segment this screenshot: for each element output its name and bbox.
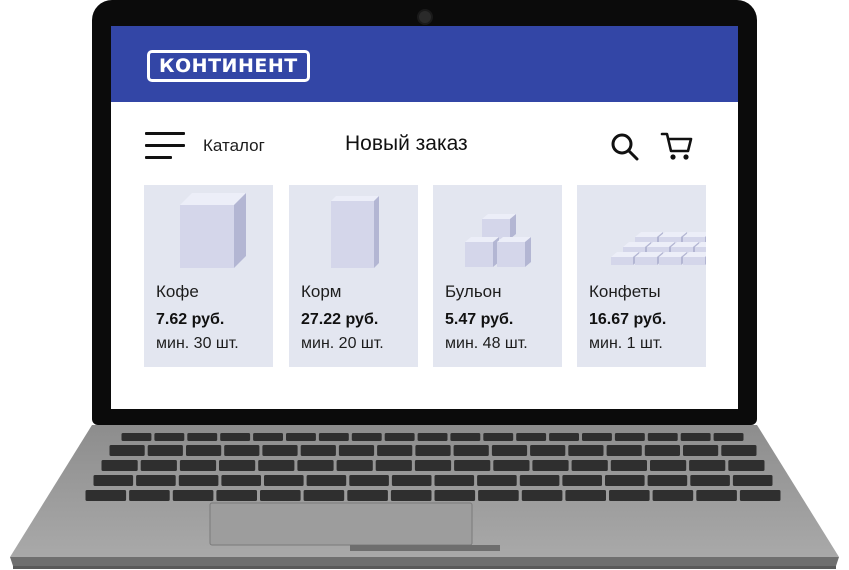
product-name: Кофе xyxy=(156,282,199,301)
laptop-base xyxy=(0,425,849,570)
tall-box-icon xyxy=(144,185,273,273)
product-card[interactable]: Корм 27.22 руб. мин. 20 шт. xyxy=(289,185,418,367)
product-price: 5.47 руб. xyxy=(445,311,514,328)
brand-header: КОНТИНЕНТ xyxy=(111,26,738,102)
product-grid: Кофе 7.62 руб. мин. 30 шт. Корм 27.22 ру… xyxy=(144,185,714,367)
search-icon[interactable] xyxy=(610,132,640,162)
cart-icon[interactable] xyxy=(660,130,694,162)
product-card[interactable]: Конфеты 16.67 руб. мин. 1 шт. xyxy=(577,185,706,367)
page-title: Новый заказ xyxy=(345,132,468,155)
product-price: 27.22 руб. xyxy=(301,311,379,328)
flat-box-icon xyxy=(289,185,418,273)
product-min-qty: мин. 48 шт. xyxy=(445,335,528,352)
product-min-qty: мин. 20 шт. xyxy=(301,335,384,352)
hamburger-icon[interactable] xyxy=(145,132,185,160)
product-card[interactable]: Кофе 7.62 руб. мин. 30 шт. xyxy=(144,185,273,367)
product-name: Корм xyxy=(301,282,342,301)
brand-logo[interactable]: КОНТИНЕНТ xyxy=(147,50,310,82)
product-min-qty: мин. 30 шт. xyxy=(156,335,239,352)
webcam xyxy=(417,9,433,25)
laptop-screen: КОНТИНЕНТ Каталог Новый заказ Кофе 7.62 … xyxy=(111,26,738,409)
product-card[interactable]: Бульон 5.47 руб. мин. 48 шт. xyxy=(433,185,562,367)
product-name: Бульон xyxy=(445,282,502,301)
catalog-link[interactable]: Каталог xyxy=(203,136,265,156)
stacked-cubes-icon xyxy=(433,185,562,273)
toolbar: Каталог Новый заказ xyxy=(111,102,738,182)
product-min-qty: мин. 1 шт. xyxy=(589,335,663,352)
product-name: Конфеты xyxy=(589,282,661,301)
product-price: 16.67 руб. xyxy=(589,311,667,328)
tile-grid-icon xyxy=(577,185,706,273)
product-price: 7.62 руб. xyxy=(156,311,225,328)
